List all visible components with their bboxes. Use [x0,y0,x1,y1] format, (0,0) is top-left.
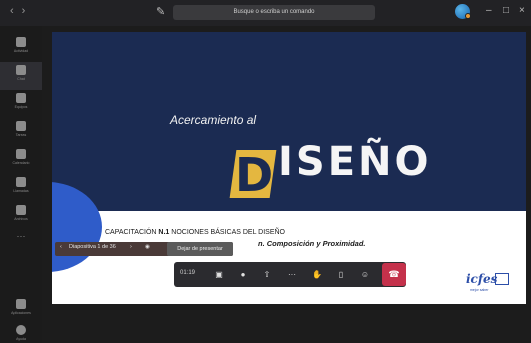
slide-subtitle: n. Composición y Proximidad. [258,239,366,248]
more-apps-button[interactable]: ··· [0,231,42,241]
apps-icon [16,299,26,309]
minimize-button[interactable]: – [486,5,492,16]
forward-icon[interactable]: › [22,5,34,17]
bell-icon [16,37,26,47]
raise-hand-icon[interactable]: ✋ [309,267,325,282]
more-icon[interactable]: ··· [284,267,300,282]
back-icon[interactable]: ‹ [10,5,22,17]
caption-number: N.1 [158,229,170,236]
slide-title-big: ISEÑO [278,139,432,185]
sidebar-item-calls[interactable]: Llamadas [0,174,42,202]
sidebar-item-label: Ayuda [16,337,26,341]
nav-arrows: ‹› [10,5,33,17]
sidebar-item-label: Calendario [12,161,30,165]
slide-title-small: Acercamiento al [170,113,257,127]
stop-presenting-button[interactable]: Dejar de presentar [167,242,233,256]
left-rail: Actividad Chat Equipos Tareas Calendario… [0,26,42,343]
hang-up-icon: ☎ [388,269,400,279]
help-icon [16,325,26,335]
icfes-logo: icfes [466,272,498,286]
sidebar-item-teams[interactable]: Equipos [0,90,42,118]
call-timer: 01:19 [180,270,196,276]
caption-rest: NOCIONES BÁSICAS DEL DISEÑO [169,229,285,236]
sidebar-item-label: Equipos [14,105,28,109]
sidebar-item-tasks[interactable]: Tareas [0,118,42,146]
status-dot [465,13,471,19]
logo-mark [495,273,509,285]
phone-icon [16,177,26,187]
title-bar: ‹› ✎ Busque o escriba un comando – □ × [0,0,531,26]
slide-title-letter: D [235,148,274,202]
share-tray-icon[interactable]: ⇧ [259,267,275,282]
slide-counter: Diapositiva 1 de 36 [69,244,116,250]
sidebar-item-label: Tareas [15,133,27,137]
sidebar-item-files[interactable]: Archivos [0,202,42,230]
calendar-icon [16,149,26,159]
sidebar-item-calendar[interactable]: Calendario [0,146,42,174]
slide-caption: CAPACITACIÓN N.1 NOCIONES BÁSICAS DEL DI… [105,229,285,236]
next-slide-button[interactable]: › [130,244,132,250]
tasks-icon [16,121,26,131]
logo-tagline: mejor saber [470,288,489,292]
hang-up-button[interactable]: ☎ [382,263,406,286]
sidebar-item-label: Actividad [13,49,29,53]
sidebar-item-label: Llamadas [13,189,29,193]
close-button[interactable]: × [519,5,525,16]
files-icon [16,205,26,215]
eye-icon[interactable]: ◉ [145,244,150,250]
sidebar-item-chat[interactable]: Chat [0,62,42,90]
caption-prefix: CAPACITACIÓN [105,229,159,236]
sidebar-item-activity[interactable]: Actividad [0,34,42,62]
sidebar-item-help[interactable]: Ayuda [0,322,42,343]
chat-icon[interactable]: ▯ [333,267,349,282]
camera-off-icon[interactable]: ▣ [211,267,227,282]
sidebar-item-apps[interactable]: Aplicaciones [0,296,42,324]
sidebar-item-label: Aplicaciones [11,311,31,315]
call-toolbar: 01:19 ▣ ● ⇧ ··· ✋ ▯ ☺ ☎ [174,262,406,287]
sidebar-item-label: Archivos [14,217,28,221]
chat-icon [16,65,26,75]
mic-icon[interactable]: ● [235,267,251,282]
participants-icon[interactable]: ☺ [357,267,373,282]
search-input[interactable]: Busque o escriba un comando [173,5,375,20]
teams-icon [16,93,26,103]
maximize-button[interactable]: □ [503,5,509,16]
prev-slide-button[interactable]: ‹ [60,244,62,250]
sidebar-item-label: Chat [17,77,25,81]
compose-icon[interactable]: ✎ [156,5,165,18]
